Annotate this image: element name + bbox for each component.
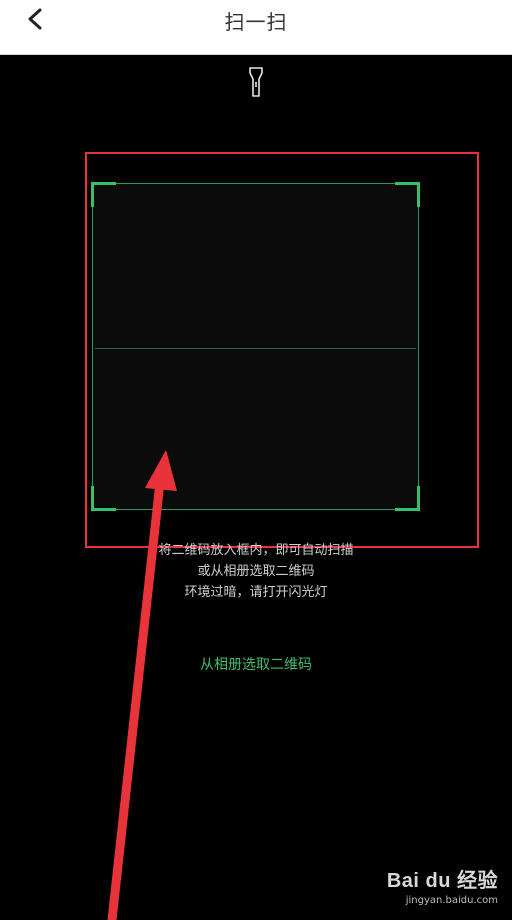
page-title: 扫一扫 (224, 10, 288, 34)
watermark-url: jingyan.baidu.com (405, 895, 498, 906)
flashlight-icon[interactable] (245, 65, 267, 99)
watermark: Bai du 经验 jingyan.baidu.com (387, 864, 498, 906)
scan-hint-line-1: 将二维码放入框内，即可自动扫描 (158, 543, 354, 558)
navigation-bar: 扫一扫 (0, 0, 512, 55)
red-highlight-box (85, 152, 479, 548)
watermark-logo: Bai du 经验 (386, 870, 498, 892)
scan-hint-line-3: 环境过暗，请打开闪光灯 (184, 585, 328, 600)
select-from-album-link[interactable]: 从相册选取二维码 (0, 654, 512, 674)
scan-hint-line-2: 或从相册选取二维码 (197, 564, 315, 579)
